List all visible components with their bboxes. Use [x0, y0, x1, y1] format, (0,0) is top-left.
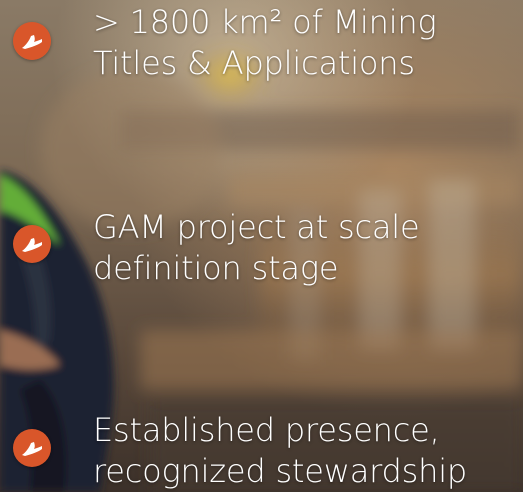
bullet-line-2: recognized stewardship [93, 452, 468, 490]
bullet-text: > 1800 km² of Mining Titles & Applicatio… [93, 2, 437, 84]
bullet-line-1: GAM project at scale [93, 208, 420, 246]
bullet-line-1: > 1800 km² of Mining [93, 3, 437, 41]
bullet-line-2: Titles & Applications [93, 44, 415, 82]
company-logo-icon [13, 429, 51, 467]
bullet-line-2: definition stage [93, 249, 339, 287]
bullet-text: Established presence, recognized steward… [93, 410, 467, 492]
bullet-text: GAM project at scale definition stage [93, 207, 420, 289]
company-logo-icon [13, 22, 51, 60]
bullet-line-1: Established presence, [93, 411, 440, 449]
company-logo-icon [13, 225, 51, 263]
